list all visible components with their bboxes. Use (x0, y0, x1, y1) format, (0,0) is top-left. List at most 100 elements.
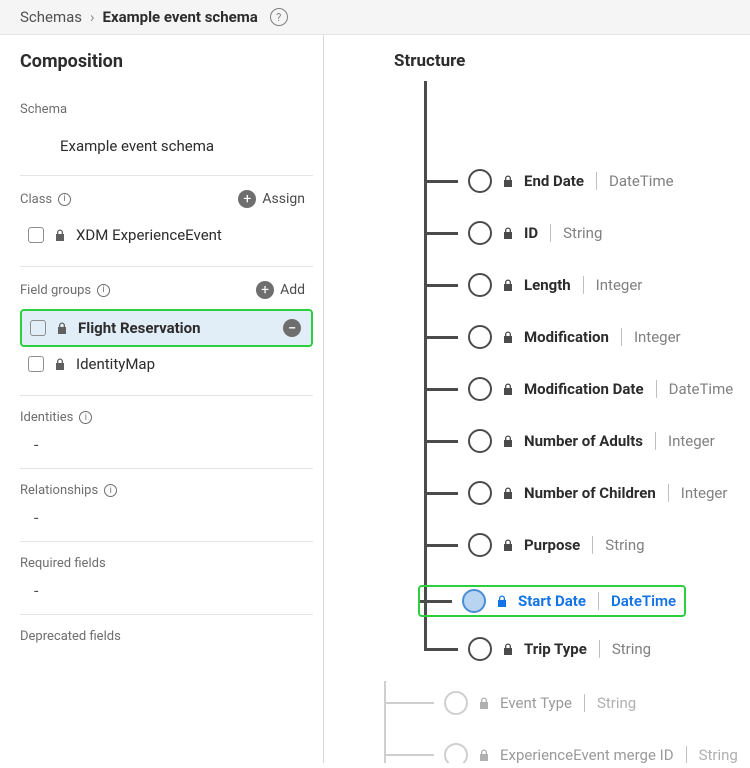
crumb-root[interactable]: Schemas (20, 8, 82, 26)
add-button[interactable]: + Add (256, 281, 305, 299)
lock-icon (502, 279, 514, 292)
tree-node[interactable]: Start Date DateTime (418, 585, 686, 617)
structure-panel: Structure End Date DateTime ID String Length… (324, 35, 750, 763)
crumb-current: Example event schema (103, 8, 258, 26)
help-icon[interactable]: ? (270, 8, 288, 26)
tree-connector (424, 284, 458, 287)
composition-panel: Composition Schema Example event schema … (0, 35, 324, 763)
lock-icon (502, 643, 514, 656)
relationships-section: Relationships i - (20, 469, 313, 542)
tree-node[interactable]: ExperienceEvent merge IDString (384, 743, 738, 763)
fieldgroup-item-flight[interactable]: Flight Reservation – (20, 309, 313, 347)
node-type: String (597, 694, 636, 712)
plus-icon: + (256, 281, 274, 299)
node-type: DateTime (609, 172, 674, 190)
separator (583, 276, 584, 294)
chevron-right-icon: › (90, 8, 95, 26)
node-type: Integer (681, 484, 728, 502)
separator (596, 172, 597, 190)
node-circle-icon (468, 273, 492, 297)
checkbox[interactable] (28, 356, 44, 372)
node-label: End Date (524, 172, 584, 190)
identities-label: Identities i (20, 410, 313, 425)
class-item[interactable]: XDM ExperienceEvent (20, 218, 313, 252)
node-type: DateTime (669, 380, 734, 398)
tree-node[interactable]: ID String (424, 221, 602, 245)
lock-icon (54, 229, 66, 242)
schema-name[interactable]: Example event schema (20, 117, 313, 161)
tree-node[interactable]: Number of ChildrenInteger (424, 481, 727, 505)
assign-button[interactable]: + Assign (238, 190, 305, 208)
fieldgroup-item-identity[interactable]: IdentityMap (20, 347, 313, 381)
tree-node[interactable]: Event Type String (384, 691, 636, 715)
tree: End Date DateTime ID String LengthInteger Mod… (324, 81, 750, 753)
checkbox[interactable] (28, 227, 44, 243)
node-type: Integer (634, 328, 681, 346)
tree-node[interactable]: Modification Date DateTime (424, 377, 733, 401)
node-label: Start Date (518, 592, 586, 610)
node-type: String (563, 224, 602, 242)
plus-icon: + (238, 190, 256, 208)
identities-value: - (20, 425, 313, 454)
separator (686, 746, 687, 763)
separator (655, 432, 656, 450)
node-circle-icon (468, 221, 492, 245)
lock-icon (54, 358, 66, 371)
schema-section: Schema Example event schema (20, 88, 313, 176)
separator (598, 592, 599, 610)
node-circle-icon (462, 589, 486, 613)
node-type: String (605, 536, 644, 554)
checkbox[interactable] (30, 320, 46, 336)
node-circle-icon (468, 377, 492, 401)
breadcrumb: Schemas › Example event schema ? (0, 0, 750, 35)
tree-connector (424, 440, 458, 443)
tree-connector (424, 648, 458, 651)
node-label: Event Type (500, 694, 572, 712)
node-circle-icon (444, 691, 468, 715)
remove-icon[interactable]: – (283, 319, 301, 337)
lock-icon (502, 383, 514, 396)
lock-icon (502, 331, 514, 344)
separator (592, 536, 593, 554)
node-type: Integer (668, 432, 715, 450)
info-icon[interactable]: i (97, 284, 110, 297)
structure-title: Structure (394, 51, 750, 71)
tree-line (424, 81, 427, 649)
node-type: String (699, 746, 738, 763)
separator (599, 640, 600, 658)
identities-section: Identities i - (20, 396, 313, 469)
info-icon[interactable]: i (104, 484, 117, 497)
node-circle-icon (468, 429, 492, 453)
node-circle-icon (468, 169, 492, 193)
class-label: Class i (20, 192, 71, 207)
lock-icon (56, 322, 68, 335)
node-label: Modification Date (524, 380, 644, 398)
lock-icon (478, 749, 490, 762)
tree-node[interactable]: Trip TypeString (424, 637, 651, 661)
node-circle-icon (468, 533, 492, 557)
separator (656, 380, 657, 398)
lock-icon (502, 175, 514, 188)
separator (584, 694, 585, 712)
tree-node[interactable]: LengthInteger (424, 273, 642, 297)
node-circle-icon (444, 743, 468, 763)
tree-node[interactable]: End Date DateTime (424, 169, 674, 193)
info-icon[interactable]: i (58, 193, 71, 206)
node-label: ID (524, 224, 538, 242)
tree-connector (424, 388, 458, 391)
tree-node[interactable]: PurposeString (424, 533, 645, 557)
lock-icon (496, 595, 508, 608)
lock-icon (502, 487, 514, 500)
node-circle-icon (468, 325, 492, 349)
tree-connector (424, 492, 458, 495)
node-type: DateTime (611, 592, 676, 610)
tree-connector (424, 336, 458, 339)
info-icon[interactable]: i (79, 411, 92, 424)
tree-connector (424, 232, 458, 235)
tree-node[interactable]: ModificationInteger (424, 325, 681, 349)
tree-node[interactable]: Number of AdultsInteger (424, 429, 715, 453)
fieldgroups-section: Field groups i + Add Flight Reservation … (20, 267, 313, 396)
node-type: Integer (596, 276, 643, 294)
node-circle-icon (468, 637, 492, 661)
relationships-value: - (20, 498, 313, 527)
